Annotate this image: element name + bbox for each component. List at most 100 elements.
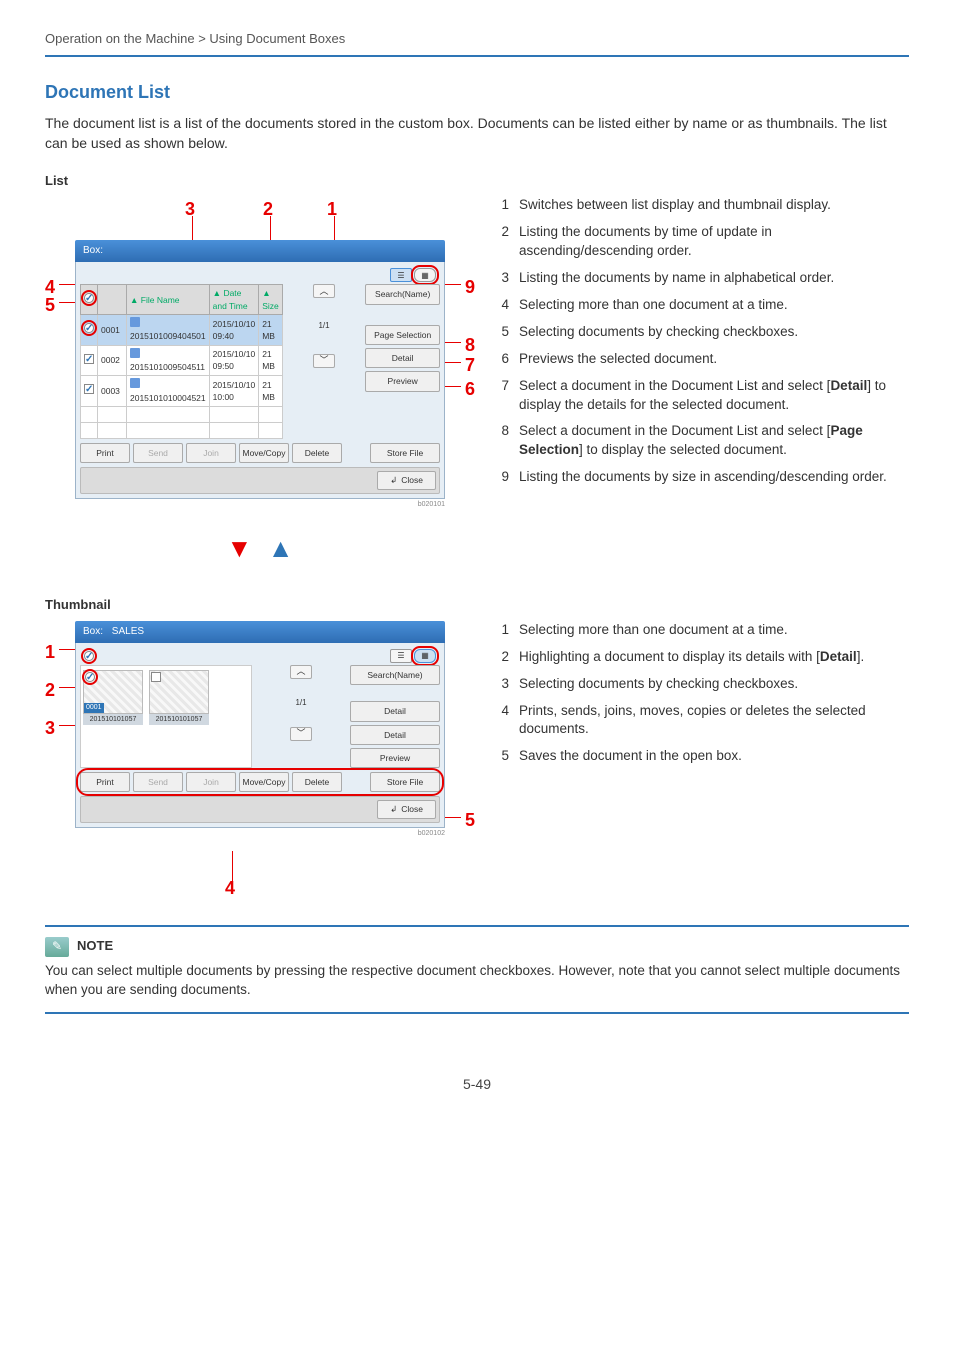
desc-number: 2	[495, 648, 509, 667]
search-name-button[interactable]: Search(Name)	[350, 665, 440, 685]
list-figure: 3 2 1 4 5 9 8 7 6 Box: ☰	[45, 196, 475, 516]
desc-number: 9	[495, 468, 509, 487]
callout-t4: 4	[225, 875, 235, 901]
page-selection-button[interactable]: Page Selection	[365, 325, 440, 345]
view-thumb-button[interactable]: ▦	[414, 649, 436, 663]
move-copy-button[interactable]: Move/Copy	[239, 443, 289, 463]
select-all-checkbox[interactable]	[84, 293, 94, 303]
desc-number: 4	[495, 296, 509, 315]
box-label: Box:	[83, 626, 103, 637]
desc-number: 1	[495, 621, 509, 640]
breadcrumb: Operation on the Machine > Using Documen…	[45, 30, 909, 57]
thumb-checkbox[interactable]	[85, 672, 95, 682]
callout-t2: 2	[45, 677, 55, 703]
desc-number: 5	[495, 323, 509, 342]
search-name-button[interactable]: Search(Name)	[365, 284, 440, 304]
page-indicator: 1/1	[318, 320, 329, 332]
list-heading: List	[45, 172, 909, 191]
panel-id: b020101	[75, 500, 445, 510]
delete-button[interactable]: Delete	[292, 772, 342, 792]
join-button[interactable]: Join	[186, 772, 236, 792]
thumbnail-description: 1 Selecting more than one document at a t…	[495, 621, 909, 766]
store-file-button[interactable]: Store File	[370, 772, 440, 792]
desc-number: 1	[495, 196, 509, 215]
note-title: NOTE	[77, 937, 113, 956]
desc-number: 3	[495, 269, 509, 288]
view-list-button[interactable]: ☰	[390, 268, 412, 282]
file-icon	[130, 348, 140, 358]
page-down-button[interactable]: ﹀	[313, 354, 335, 368]
desc-number: 2	[495, 223, 509, 261]
scroll-arrows: ▼ ▲	[45, 530, 475, 568]
desc-text: Listing the documents by size in ascendi…	[519, 468, 909, 487]
page-title: Document List	[45, 79, 909, 105]
desc-text: Selecting more than one document at a ti…	[519, 621, 909, 640]
preview-button[interactable]: Preview	[365, 371, 440, 391]
table-row	[81, 406, 283, 422]
preview-button[interactable]: Preview	[350, 748, 440, 768]
callout-1: 1	[327, 196, 337, 222]
enter-icon: ↲	[390, 474, 397, 486]
table-row[interactable]: 0002 2015101009504511 2015/10/10 09:50 2…	[81, 345, 283, 376]
table-row[interactable]: 0001 2015101009404501 2015/10/10 09:40 2…	[81, 315, 283, 346]
close-button[interactable]: ↲Close	[377, 471, 436, 489]
callout-7: 7	[465, 352, 475, 378]
enter-icon: ↲	[390, 803, 397, 815]
view-thumb-button[interactable]: ▦	[414, 268, 436, 282]
row-checkbox[interactable]	[84, 354, 94, 364]
page-up-button[interactable]: ︿	[290, 665, 312, 679]
desc-number: 4	[495, 702, 509, 740]
desc-text: Listing the documents by time of update …	[519, 223, 909, 261]
send-button[interactable]: Send	[133, 443, 183, 463]
join-button[interactable]: Join	[186, 443, 236, 463]
send-button[interactable]: Send	[133, 772, 183, 792]
down-arrow-icon: ▼	[226, 533, 252, 563]
table-row[interactable]: 0003 2015101010004521 2015/10/10 10:00 2…	[81, 376, 283, 407]
note-block: ✎ NOTE You can select multiple documents…	[45, 925, 909, 1014]
move-copy-button[interactable]: Move/Copy	[239, 772, 289, 792]
page-up-button[interactable]: ︿	[313, 284, 335, 298]
file-icon	[130, 317, 140, 327]
callout-5: 5	[45, 292, 55, 318]
detail-button[interactable]: Detail	[350, 725, 440, 745]
row-checkbox[interactable]	[84, 323, 94, 333]
page-number: 5-49	[45, 1074, 909, 1094]
detail-button[interactable]: Detail	[350, 701, 440, 721]
desc-number: 8	[495, 422, 509, 460]
callout-t5: 5	[465, 807, 475, 833]
list-description: 1Switches between list display and thumb…	[495, 196, 909, 487]
intro-text: The document list is a list of the docum…	[45, 113, 909, 154]
desc-text: Selecting more than one document at a ti…	[519, 296, 909, 315]
box-label: Box:	[83, 245, 103, 256]
note-icon: ✎	[45, 937, 69, 957]
view-list-button[interactable]: ☰	[390, 649, 412, 663]
callout-6: 6	[465, 376, 475, 402]
row-checkbox[interactable]	[84, 384, 94, 394]
page-down-button[interactable]: ﹀	[290, 727, 312, 741]
close-button[interactable]: ↲Close	[377, 800, 436, 818]
thumbnail-item[interactable]: 0001 201510101057	[83, 670, 143, 762]
thumbnail-figure: 1 2 3 5 4 Box: SALES	[45, 621, 475, 901]
desc-text: Selecting documents by checking checkbox…	[519, 675, 909, 694]
select-all-checkbox[interactable]	[84, 651, 94, 661]
desc-text: Listing the documents by name in alphabe…	[519, 269, 909, 288]
print-button[interactable]: Print	[80, 443, 130, 463]
print-button[interactable]: Print	[80, 772, 130, 792]
panel-id: b020102	[75, 829, 445, 839]
detail-button[interactable]: Detail	[365, 348, 440, 368]
desc-number: 6	[495, 350, 509, 369]
thumbnail-item[interactable]: 201510101057	[149, 670, 209, 762]
thumb-checkbox[interactable]	[151, 672, 161, 682]
delete-button[interactable]: Delete	[292, 443, 342, 463]
desc-text: Select a document in the Document List a…	[519, 422, 909, 460]
desc-text: Prints, sends, joins, moves, copies or d…	[519, 702, 909, 740]
desc-text: Highlighting a document to display its d…	[519, 648, 909, 667]
desc-text: Select a document in the Document List a…	[519, 377, 909, 415]
store-file-button[interactable]: Store File	[370, 443, 440, 463]
callout-t3: 3	[45, 715, 55, 741]
desc-number: 5	[495, 747, 509, 766]
desc-number: 7	[495, 377, 509, 415]
col-size[interactable]: Size	[262, 301, 279, 311]
desc-text: Saves the document in the open box.	[519, 747, 909, 766]
col-filename[interactable]: File Name	[141, 295, 180, 305]
